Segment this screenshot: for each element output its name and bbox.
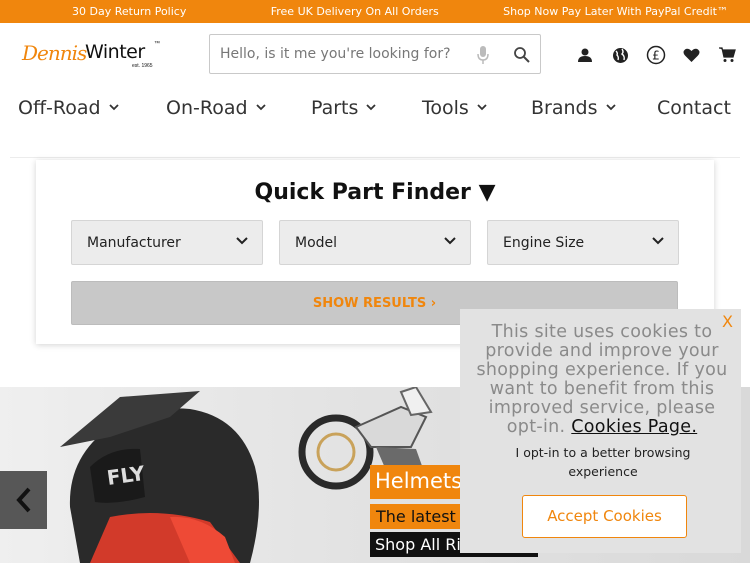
currency-icon[interactable]: £ bbox=[646, 45, 666, 65]
promo-returns[interactable]: 30 Day Return Policy bbox=[72, 5, 186, 18]
microphone-icon[interactable] bbox=[476, 45, 490, 65]
nav-brands[interactable]: Brands bbox=[531, 97, 616, 119]
manufacturer-select[interactable]: Manufacturer bbox=[71, 220, 263, 265]
logo-trademark: ™ bbox=[154, 41, 160, 47]
currency-symbol: £ bbox=[652, 49, 660, 63]
select-label: Manufacturer bbox=[87, 235, 181, 251]
search-input[interactable] bbox=[220, 44, 470, 64]
chevron-down-icon bbox=[255, 103, 266, 110]
chevron-down-icon bbox=[366, 103, 377, 110]
chevron-left-icon bbox=[15, 487, 30, 513]
site-logo[interactable]: Dennis Winter ™ est. 1965 bbox=[22, 39, 162, 69]
logo-established: est. 1965 bbox=[132, 63, 153, 69]
chevron-down-icon bbox=[444, 237, 456, 245]
nav-tools[interactable]: Tools bbox=[422, 97, 487, 119]
nav-off-road[interactable]: Off-Road bbox=[18, 97, 119, 119]
nav-label: Contact bbox=[657, 97, 731, 119]
search-icon[interactable] bbox=[513, 46, 531, 64]
nav-contact[interactable]: Contact bbox=[657, 97, 731, 119]
cookie-message: This site uses cookies to provide and im… bbox=[472, 323, 732, 437]
globe-icon[interactable] bbox=[611, 45, 631, 65]
nav-label: Off-Road bbox=[18, 97, 101, 119]
cookie-consent-panel: X This site uses cookies to provide and … bbox=[460, 309, 741, 553]
promo-paypal[interactable]: Shop Now Pay Later With PayPal Credit™ bbox=[503, 5, 728, 18]
nav-label: Tools bbox=[422, 97, 469, 119]
engine-size-select[interactable]: Engine Size bbox=[487, 220, 679, 265]
chevron-down-icon bbox=[108, 103, 119, 110]
banner-tag-helmets[interactable]: Helmets bbox=[370, 465, 462, 499]
account-icon[interactable] bbox=[575, 45, 595, 65]
site-header: Dennis Winter ™ est. 1965 £ bbox=[0, 23, 750, 85]
nav-label: Parts bbox=[311, 97, 359, 119]
cookie-optin-text: I opt-in to a better browsing experience bbox=[515, 445, 691, 479]
model-select[interactable]: Model bbox=[279, 220, 471, 265]
accept-cookies-button[interactable]: Accept Cookies bbox=[522, 495, 687, 538]
logo-wordmark: Winter bbox=[85, 41, 145, 63]
cookies-page-link[interactable]: Cookies Page. bbox=[571, 417, 697, 437]
chevron-down-icon bbox=[477, 103, 487, 110]
carousel-prev-button[interactable] bbox=[0, 471, 47, 529]
finder-title: Quick Part Finder ▼ bbox=[254, 180, 496, 205]
banner-tag-latest: The latest bbox=[370, 504, 462, 529]
nav-label: On-Road bbox=[166, 97, 248, 119]
select-label: Engine Size bbox=[503, 235, 585, 251]
helmet-image: FLY bbox=[60, 391, 259, 563]
promo-delivery[interactable]: Free UK Delivery On All Orders bbox=[271, 5, 439, 18]
header-divider bbox=[10, 157, 740, 158]
select-label: Model bbox=[295, 235, 338, 251]
chevron-down-icon bbox=[652, 237, 664, 245]
banner-tag-text: Shop All Ri bbox=[375, 535, 461, 554]
cart-icon[interactable] bbox=[717, 45, 737, 65]
nav-label: Brands bbox=[531, 97, 598, 119]
heart-icon[interactable] bbox=[682, 45, 702, 65]
header-icons: £ bbox=[575, 45, 737, 65]
nav-parts[interactable]: Parts bbox=[311, 97, 377, 119]
main-navigation: Off-Road On-Road Parts Tools Brands Cont… bbox=[0, 93, 750, 125]
chevron-down-icon bbox=[236, 237, 248, 245]
banner-tag-text: The latest bbox=[376, 507, 456, 526]
search-box bbox=[209, 34, 541, 74]
banner-tag-text: Helmets bbox=[375, 469, 463, 493]
chevron-down-icon bbox=[605, 103, 616, 110]
promo-bar: 30 Day Return Policy Free UK Delivery On… bbox=[0, 0, 750, 23]
nav-on-road[interactable]: On-Road bbox=[166, 97, 266, 119]
logo-script: Dennis bbox=[22, 41, 87, 65]
